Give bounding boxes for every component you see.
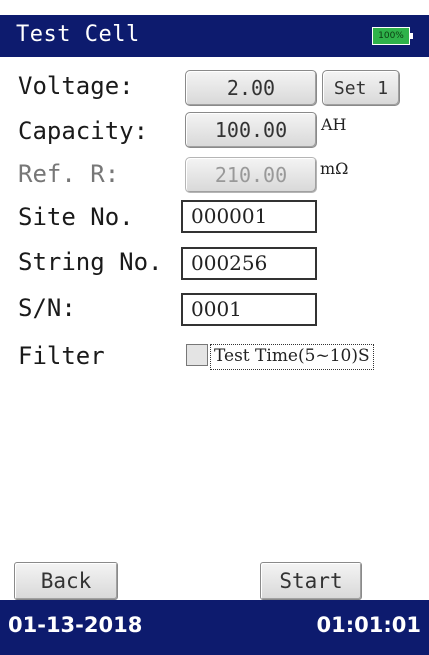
ref-r-unit: mΩ <box>320 159 349 178</box>
voltage-label: Voltage: <box>18 72 134 100</box>
ref-r-label: Ref. R: <box>18 160 120 188</box>
title-bar: Test Cell 100% <box>0 15 429 57</box>
cropped-top-strip <box>0 0 429 15</box>
status-date: 01-13-2018 <box>8 613 143 637</box>
site-no-label: Site No. <box>18 203 134 231</box>
capacity-unit: AH <box>321 115 347 134</box>
battery-icon: 100% <box>372 27 413 45</box>
ref-r-value-button: 210.00 <box>185 157 317 193</box>
sn-field[interactable]: 0001 <box>181 293 317 326</box>
back-button[interactable]: Back <box>14 562 118 600</box>
status-bar: 01-13-2018 01:01:01 <box>0 600 429 655</box>
site-no-field[interactable]: 000001 <box>181 200 317 233</box>
string-no-label: String No. <box>18 248 163 276</box>
start-button[interactable]: Start <box>260 562 362 600</box>
voltage-value-button[interactable]: 2.00 <box>185 70 317 106</box>
filter-label: Filter <box>18 342 105 370</box>
set-preset-button[interactable]: Set 1 <box>322 70 400 106</box>
status-time: 01:01:01 <box>316 613 421 637</box>
page-title: Test Cell <box>16 22 140 47</box>
capacity-value-button[interactable]: 100.00 <box>185 112 317 148</box>
string-no-field[interactable]: 000256 <box>181 247 317 280</box>
capacity-label: Capacity: <box>18 117 149 145</box>
test-time-label: Test Time(5~10)S <box>210 344 374 370</box>
battery-level: 100% <box>378 31 404 41</box>
sn-label: S/N: <box>18 294 76 322</box>
filter-checkbox[interactable] <box>186 344 208 366</box>
